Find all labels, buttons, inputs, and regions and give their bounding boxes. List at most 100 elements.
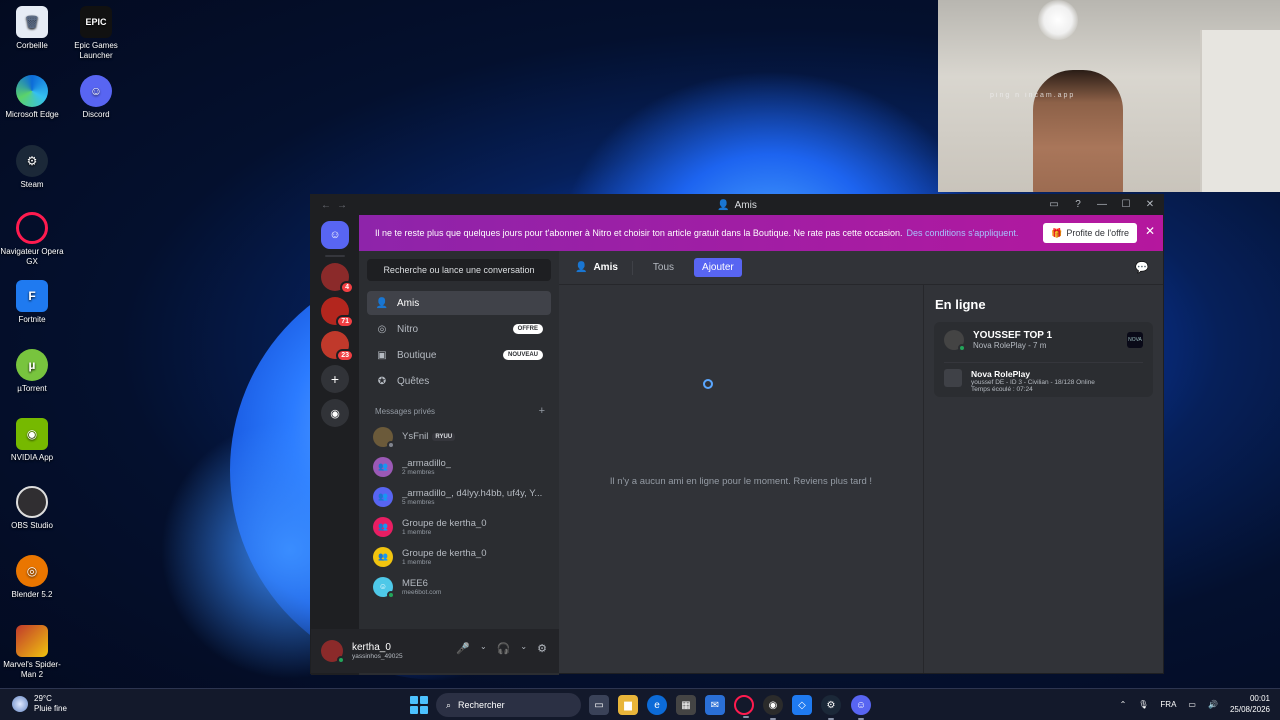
file-explorer-icon[interactable]: ▆: [618, 695, 638, 715]
status-indicator: [337, 656, 345, 664]
discord-icon[interactable]: ☺: [851, 695, 871, 720]
recycle-bin-icon: 🗑: [16, 6, 48, 38]
desktop-icon-obs[interactable]: OBS Studio: [0, 486, 64, 531]
unread-badge: 71: [336, 315, 354, 328]
status-indicator: [387, 440, 395, 449]
task-view-icon[interactable]: ▭: [589, 695, 609, 715]
add-friend-button[interactable]: Ajouter: [694, 258, 742, 277]
desktop-icon-spiderman[interactable]: Marvel's Spider-Man 2: [0, 625, 64, 680]
server-icon[interactable]: 71: [321, 297, 354, 328]
search-conversation-button[interactable]: Recherche ou lance une conversation: [367, 259, 551, 281]
unread-badge: 23: [336, 349, 354, 362]
desktop-icon-utorrent[interactable]: µ µTorrent: [0, 349, 64, 394]
sidebar-item-quests[interactable]: ✪ Quêtes: [367, 369, 551, 393]
utorrent-icon: µ: [16, 349, 48, 381]
obs-icon: [16, 486, 48, 518]
desktop-icon-blender[interactable]: ◎ Blender 5.2: [0, 555, 64, 600]
network-icon[interactable]: ▭: [1188, 700, 1196, 709]
sidebar-item-friends[interactable]: 👤 Amis: [367, 291, 551, 315]
windows-start-icon[interactable]: [410, 696, 428, 714]
new-group-dm-icon[interactable]: 💬: [1135, 261, 1149, 274]
clock[interactable]: 00:01 25/08/2026: [1230, 693, 1270, 715]
microphone-icon[interactable]: 🎙: [1138, 700, 1148, 709]
loading-spinner: [703, 379, 713, 389]
offer-button[interactable]: 🎁 Profite de l'offre: [1043, 223, 1137, 243]
desktop-icon-steam[interactable]: ⚙ Steam: [0, 145, 64, 190]
weather-widget[interactable]: 29°C Pluie fine: [12, 694, 67, 714]
discord-icon: ☺: [80, 75, 112, 107]
gear-icon[interactable]: ⚙: [537, 642, 547, 655]
banner-text: Il ne te reste plus que quelques jours p…: [375, 228, 903, 238]
obs-icon[interactable]: ◉: [763, 695, 783, 720]
desktop-icon-discord[interactable]: ☺ Discord: [64, 75, 128, 120]
activity-user-row: YOUSSEF TOP 1 Nova RolePlay - 7 m NOVA: [944, 330, 1143, 352]
desktop-icon-fortnite[interactable]: F Fortnite: [0, 280, 64, 325]
help-icon[interactable]: ?: [1071, 197, 1085, 211]
server-icon[interactable]: 4: [321, 263, 354, 294]
banner-link[interactable]: Des conditions s'appliquent.: [907, 228, 1019, 238]
dm-item[interactable]: 👥 Groupe de kertha_0 1 membre: [367, 512, 551, 541]
mail-icon[interactable]: ✉: [705, 695, 725, 715]
group-avatar: 👥: [373, 546, 393, 567]
webcam-door: [1200, 30, 1280, 192]
chevron-up-icon[interactable]: ⌃: [1120, 700, 1127, 709]
minimize-button[interactable]: —: [1095, 197, 1109, 211]
shop-icon: ▣: [377, 349, 387, 361]
desktop-icon-opera[interactable]: Navigateur Opera GX: [0, 212, 64, 267]
friends-toolbar: 👤 Amis Tous Ajouter 💬: [559, 251, 1163, 285]
edge-icon[interactable]: e: [647, 695, 667, 715]
friends-main: 👤 Amis Tous Ajouter 💬 Il n'y a aucun ami…: [559, 251, 1163, 673]
discover-icon[interactable]: ◉: [321, 399, 349, 427]
webcam-watermark: ping n incam.app: [990, 92, 1076, 99]
server-icon[interactable]: 23: [321, 331, 354, 362]
chevron-down-icon[interactable]: ⌄: [520, 642, 527, 655]
close-button[interactable]: ✕: [1143, 197, 1157, 211]
bot-avatar: ☺: [373, 576, 395, 599]
add-server-icon[interactable]: +: [321, 365, 349, 393]
dm-item[interactable]: 👥 _armadillo_, d4lyy.h4bb, uf4y, Y... 5 m…: [367, 482, 551, 511]
dm-item[interactable]: ☺ MEE6 mee6bot.com: [367, 572, 551, 601]
microphone-icon[interactable]: 🎤: [456, 642, 470, 655]
headphones-icon[interactable]: 🎧: [497, 642, 511, 655]
nitro-banner: Il ne te reste plus que quelques jours p…: [359, 215, 1163, 251]
tab-all[interactable]: Tous: [647, 259, 680, 276]
dm-item[interactable]: YsFnil RYUU: [367, 422, 551, 451]
weather-icon: [12, 696, 28, 712]
home-discord-icon[interactable]: ☺: [321, 221, 349, 249]
dm-sidebar: Recherche ou lance une conversation 👤 Am…: [359, 251, 559, 675]
desktop-icon-nvidia[interactable]: ◉ NVIDIA App: [0, 418, 64, 463]
sidebar-item-nitro[interactable]: ◎ Nitro OFFRE: [367, 317, 551, 341]
group-avatar: 👥: [373, 456, 393, 477]
volume-icon[interactable]: 🔊: [1208, 700, 1218, 709]
quests-icon: ✪: [377, 375, 387, 387]
activity-card[interactable]: YOUSSEF TOP 1 Nova RolePlay - 7 m NOVA N…: [934, 322, 1153, 397]
maximize-button[interactable]: ☐: [1119, 197, 1133, 211]
desktop-icon-edge[interactable]: Microsoft Edge: [0, 75, 64, 120]
sidebar-item-shop[interactable]: ▣ Boutique NOUVEAU: [367, 343, 551, 367]
epic-games-icon: EPIC: [80, 6, 112, 38]
search-icon: ⌕: [446, 699, 452, 710]
user-controls: 🎤 ⌄ 🎧 ⌄ ⚙: [456, 642, 547, 655]
desktop-icon-epic[interactable]: EPIC Epic Games Launcher: [64, 6, 128, 61]
taskbar-search[interactable]: ⌕ Rechercher: [436, 693, 581, 717]
chevron-down-icon[interactable]: ⌄: [480, 642, 487, 655]
language-indicator[interactable]: FRA: [1160, 700, 1176, 709]
dm-item[interactable]: 👥 _armadillo_ 2 membres: [367, 452, 551, 481]
server-rail: ☺ 4 71 23 + ◉: [311, 215, 359, 675]
opera-gx-icon[interactable]: [734, 695, 754, 718]
user-panel: kertha_0 yassinhos_49025 🎤 ⌄ 🎧 ⌄ ⚙: [311, 629, 559, 673]
game-icon: NOVA: [1127, 332, 1143, 348]
store-icon[interactable]: ▦: [676, 695, 696, 715]
clan-tag: RYUU: [432, 432, 456, 441]
close-banner-icon[interactable]: ✕: [1145, 224, 1155, 238]
steam-icon[interactable]: ⚙: [821, 695, 841, 720]
add-dm-icon[interactable]: +: [539, 406, 545, 417]
blender-icon: ◎: [16, 555, 48, 587]
steam-icon: ⚙: [16, 145, 48, 177]
inbox-icon[interactable]: ▭: [1047, 197, 1061, 211]
user-avatar[interactable]: [321, 640, 345, 664]
gift-icon: 🎁: [1051, 227, 1063, 238]
vscode-icon[interactable]: ◇: [792, 695, 812, 715]
desktop-icon-recycle-bin[interactable]: 🗑 Corbeille: [0, 6, 64, 51]
dm-item[interactable]: 👥 Groupe de kertha_0 1 membre: [367, 542, 551, 571]
